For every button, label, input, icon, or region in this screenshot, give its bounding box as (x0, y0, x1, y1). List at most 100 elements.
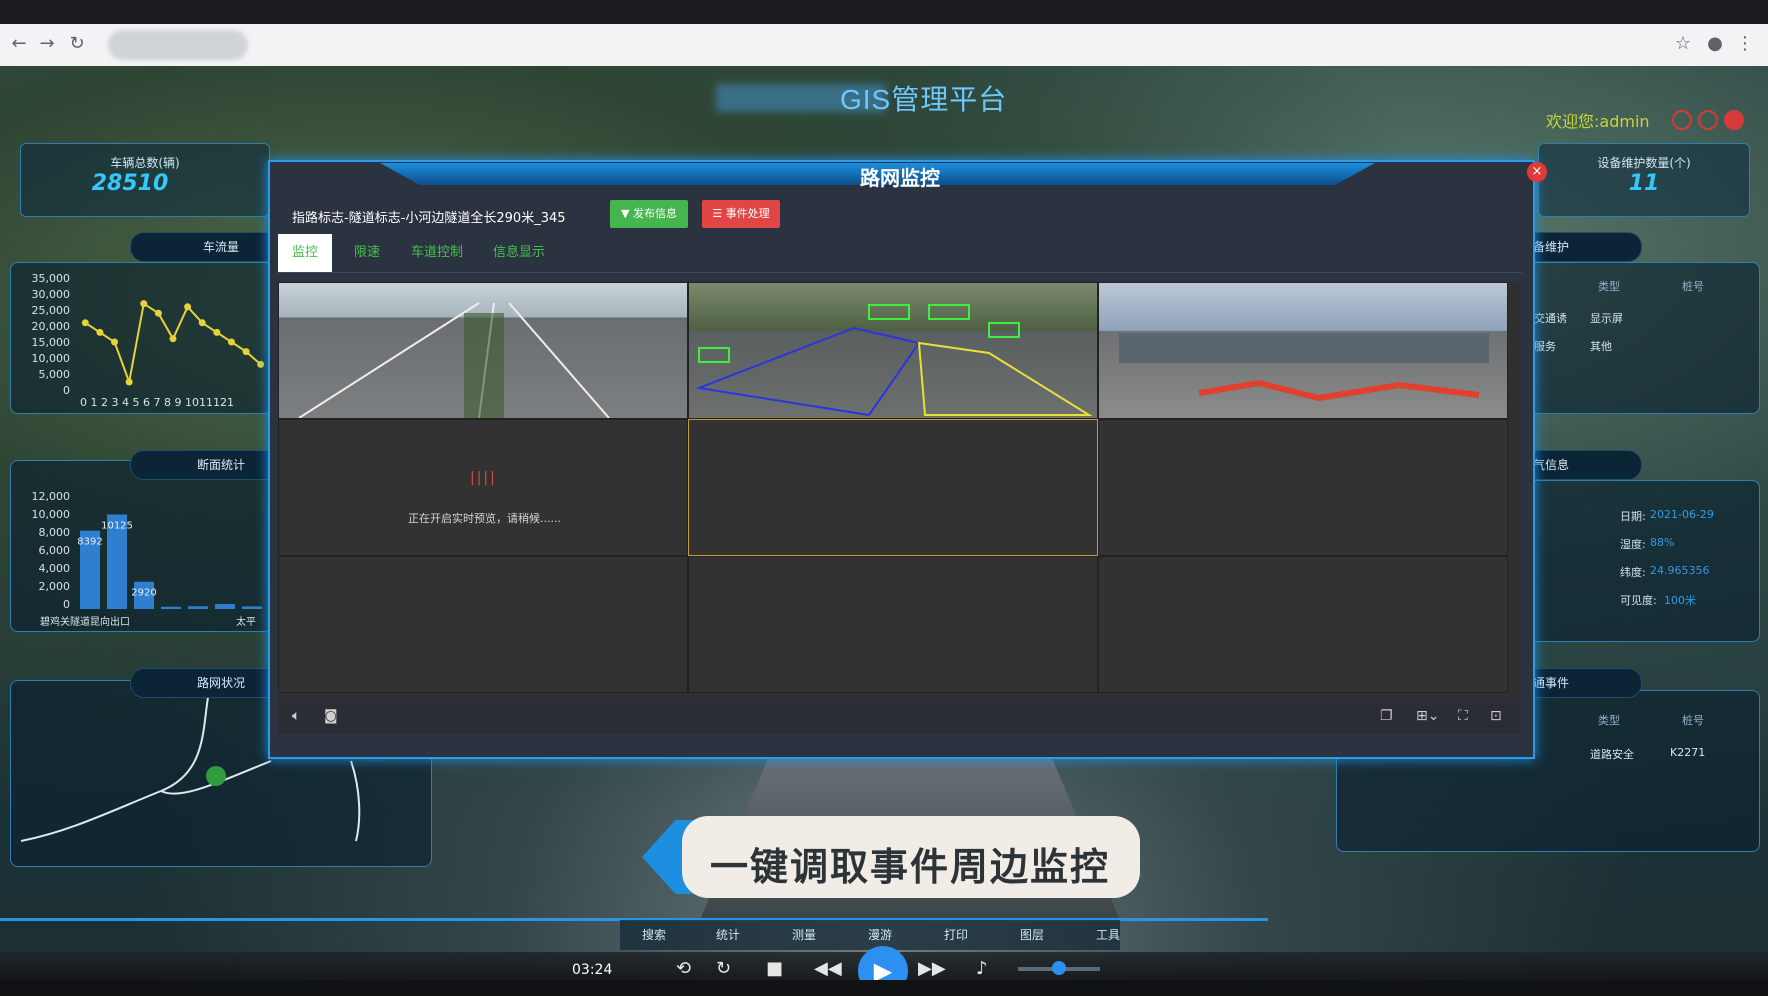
stat-label: 车辆总数(辆) (110, 156, 180, 170)
alert-icon[interactable] (1724, 110, 1744, 130)
welcome-text: 欢迎您:admin (1546, 112, 1650, 131)
video-cell-empty[interactable] (1098, 556, 1508, 693)
traffic-point (184, 303, 192, 311)
event-label: 事件处理 (725, 207, 770, 220)
section-bar (242, 606, 262, 609)
traffic-point (242, 348, 250, 356)
volume-icon[interactable]: ♪ (976, 958, 988, 979)
menu-measure[interactable]: 测量 (792, 926, 816, 943)
url-field[interactable] (108, 30, 248, 60)
power-icon[interactable] (1672, 110, 1692, 130)
maintenance-header-pile: 桩号 (1682, 280, 1704, 293)
weather-label: 日期: (1620, 510, 1646, 523)
traffic-point (257, 360, 265, 368)
section-bar-label: 2920 (131, 588, 156, 599)
reload-icon[interactable]: ↻ (66, 33, 88, 55)
events-header-pile: 桩号 (1682, 714, 1704, 727)
settings-icon[interactable] (1698, 110, 1718, 130)
stat-vehicles: 车辆总数(辆) 28510 (20, 143, 270, 217)
fast-forward-icon[interactable]: ▶▶ (918, 958, 946, 979)
maintenance-header-type: 类型 (1598, 280, 1620, 293)
menu-icon[interactable]: ⋮ (1734, 33, 1756, 55)
section-bar (161, 606, 181, 609)
y-tick: 10,000 (31, 508, 71, 521)
weather-label: 湿度: (1620, 538, 1646, 551)
mute-icon[interactable]: 🔈︎ (292, 708, 300, 724)
maintenance-cell: 交通诱 (1534, 312, 1567, 325)
star-icon[interactable]: ☆ (1672, 33, 1694, 55)
stop-icon[interactable]: ■ (766, 958, 783, 979)
grid-layout-icon[interactable]: ⊞⌄ (1416, 708, 1439, 724)
traffic-point (227, 338, 235, 346)
rewind-icon[interactable]: ◀◀ (814, 958, 842, 979)
traffic-point (81, 319, 89, 327)
menu-print[interactable]: 打印 (944, 926, 968, 943)
platform-title: GIS管理平台 (840, 84, 1008, 115)
stat-value: 11 (1628, 171, 1660, 196)
video-cell-empty[interactable] (688, 556, 1098, 693)
loading-text: 正在开启实时预览，请稍候...... (408, 512, 561, 525)
y-tick: 30,000 (31, 288, 71, 301)
modal-title: 路网监控 (860, 166, 940, 190)
menu-roam[interactable]: 漫游 (868, 926, 892, 943)
close-button[interactable]: × (1527, 162, 1547, 182)
publish-button[interactable]: ▼ 发布信息 (610, 200, 688, 228)
events-cell[interactable]: 道路安全 (1590, 746, 1634, 762)
forward-icon[interactable]: → (36, 33, 58, 55)
video-cell-selected[interactable] (688, 419, 1098, 556)
menu-search[interactable]: 搜索 (642, 926, 666, 943)
tab-monitor[interactable]: 监控 (278, 234, 332, 272)
filter-icon: ▼ (621, 207, 630, 220)
fullscreen-icon[interactable]: ⛶ (1458, 708, 1468, 724)
os-taskbar (0, 980, 1768, 996)
traffic-point (213, 328, 221, 336)
video-cell-empty[interactable] (278, 556, 688, 693)
section-bar-label: 8392 (77, 537, 102, 548)
maintenance-cell: 服务 (1534, 340, 1556, 353)
section-bar (215, 604, 235, 609)
expand-icon[interactable]: ⊡ (1490, 708, 1502, 724)
event-handle-button[interactable]: ☰ 事件处理 (702, 200, 780, 228)
camera-feed-1[interactable] (278, 282, 688, 419)
video-cell-loading[interactable] (278, 419, 688, 556)
loop-icon[interactable]: ⟲ (676, 958, 691, 979)
video-cell-empty[interactable] (1098, 419, 1508, 556)
y-tick: 35,000 (31, 272, 71, 285)
camera-feed-3[interactable] (1098, 282, 1508, 419)
replay-icon[interactable]: ↻ (716, 958, 731, 979)
browser-titlebar (0, 0, 1768, 24)
y-tick: 10,000 (31, 352, 71, 365)
volume-knob[interactable] (1052, 961, 1066, 975)
tab-info-display[interactable]: 信息显示 (484, 234, 554, 272)
events-cell[interactable]: K2271 (1670, 746, 1705, 759)
menu-layers[interactable]: 图层 (1020, 926, 1044, 943)
traffic-point (169, 335, 177, 343)
window-icon[interactable]: ❐ (1380, 708, 1393, 724)
menu-tools[interactable]: 工具 (1096, 926, 1120, 943)
weather-label: 纬度: (1620, 566, 1646, 579)
traffic-point (111, 338, 119, 346)
y-tick: 0 (63, 384, 70, 397)
menu-stats[interactable]: 统计 (716, 926, 740, 943)
back-icon[interactable]: ← (8, 33, 30, 55)
section-bar-label: 10125 (101, 521, 133, 532)
video-toolbar (278, 700, 1520, 734)
weather-value: 100米 (1664, 594, 1696, 607)
list-icon: ☰ (712, 207, 723, 220)
weather-value: 2021-06-29 (1650, 508, 1714, 521)
stat-label: 设备维护数量(个) (1597, 156, 1691, 170)
tab-speed-limit[interactable]: 限速 (340, 234, 394, 272)
traffic-chart (81, 300, 265, 386)
video-grid (278, 282, 1520, 700)
modal-tabs: 监控 限速 车道控制 信息显示 (278, 234, 1522, 273)
y-tick: 12,000 (31, 490, 71, 503)
tab-lane-control[interactable]: 车道控制 (402, 234, 472, 272)
weather-value: 88% (1650, 536, 1675, 549)
y-tick: 5,000 (38, 368, 71, 381)
caption-text: 一键调取事件周边监控 (710, 845, 1111, 889)
camera-feed-2[interactable] (688, 282, 1098, 419)
camera-snapshot-icon[interactable]: ◙ (324, 708, 338, 724)
section-x-label-right: 太平 (236, 617, 256, 628)
y-tick: 8,000 (38, 526, 71, 539)
profile-icon[interactable]: ● (1704, 33, 1726, 55)
